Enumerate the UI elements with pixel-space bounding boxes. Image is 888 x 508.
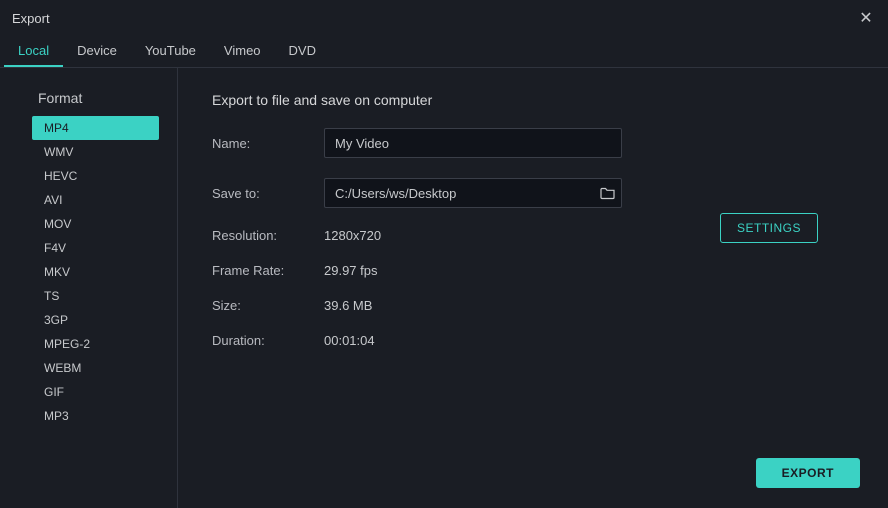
browse-folder-button[interactable] (600, 186, 616, 200)
size-label: Size: (212, 298, 324, 313)
window-title: Export (12, 11, 50, 26)
format-item-webm[interactable]: WEBM (32, 356, 159, 380)
name-row: Name: (212, 128, 860, 158)
format-item-mkv[interactable]: MKV (32, 260, 159, 284)
duration-value: 00:01:04 (324, 333, 375, 348)
export-settings-panel: Export to file and save on computer Name… (178, 68, 888, 508)
resolution-label: Resolution: (212, 228, 324, 243)
format-item-ts[interactable]: TS (32, 284, 159, 308)
resolution-value: 1280x720 (324, 228, 381, 243)
close-button[interactable]: ✕ (856, 8, 876, 28)
format-heading: Format (38, 90, 165, 106)
format-list: MP4WMVHEVCAVIMOVF4VMKVTS3GPMPEG-2WEBMGIF… (32, 116, 165, 428)
panel-heading: Export to file and save on computer (212, 92, 860, 108)
titlebar: Export ✕ (0, 0, 888, 36)
duration-row: Duration: 00:01:04 (212, 333, 860, 348)
tab-device[interactable]: Device (63, 36, 131, 67)
format-item-gif[interactable]: GIF (32, 380, 159, 404)
duration-label: Duration: (212, 333, 324, 348)
format-item-f4v[interactable]: F4V (32, 236, 159, 260)
tab-vimeo[interactable]: Vimeo (210, 36, 275, 67)
format-item-mpeg-2[interactable]: MPEG-2 (32, 332, 159, 356)
name-label: Name: (212, 136, 324, 151)
saveto-row: Save to: (212, 178, 860, 208)
footer: EXPORT (756, 458, 860, 488)
name-input[interactable] (324, 128, 622, 158)
framerate-value: 29.97 fps (324, 263, 378, 278)
saveto-input-wrap (324, 178, 624, 208)
format-item-wmv[interactable]: WMV (32, 140, 159, 164)
framerate-row: Frame Rate: 29.97 fps (212, 263, 860, 278)
saveto-label: Save to: (212, 186, 324, 201)
name-input-wrap (324, 128, 624, 158)
format-item-mp4[interactable]: MP4 (32, 116, 159, 140)
folder-icon (600, 186, 616, 200)
tab-youtube[interactable]: YouTube (131, 36, 210, 67)
saveto-input[interactable] (324, 178, 622, 208)
format-sidebar: Format MP4WMVHEVCAVIMOVF4VMKVTS3GPMPEG-2… (0, 68, 178, 508)
tab-dvd[interactable]: DVD (275, 36, 330, 67)
export-button[interactable]: EXPORT (756, 458, 860, 488)
export-window: Export ✕ LocalDeviceYouTubeVimeoDVD Form… (0, 0, 888, 508)
format-item-mp3[interactable]: MP3 (32, 404, 159, 428)
tab-local[interactable]: Local (4, 36, 63, 67)
size-value: 39.6 MB (324, 298, 372, 313)
format-item-hevc[interactable]: HEVC (32, 164, 159, 188)
body: Format MP4WMVHEVCAVIMOVF4VMKVTS3GPMPEG-2… (0, 68, 888, 508)
export-tabs: LocalDeviceYouTubeVimeoDVD (0, 36, 888, 68)
size-row: Size: 39.6 MB (212, 298, 860, 313)
settings-button[interactable]: SETTINGS (720, 213, 818, 243)
format-item-3gp[interactable]: 3GP (32, 308, 159, 332)
format-item-avi[interactable]: AVI (32, 188, 159, 212)
close-icon: ✕ (859, 8, 872, 28)
framerate-label: Frame Rate: (212, 263, 324, 278)
format-item-mov[interactable]: MOV (32, 212, 159, 236)
